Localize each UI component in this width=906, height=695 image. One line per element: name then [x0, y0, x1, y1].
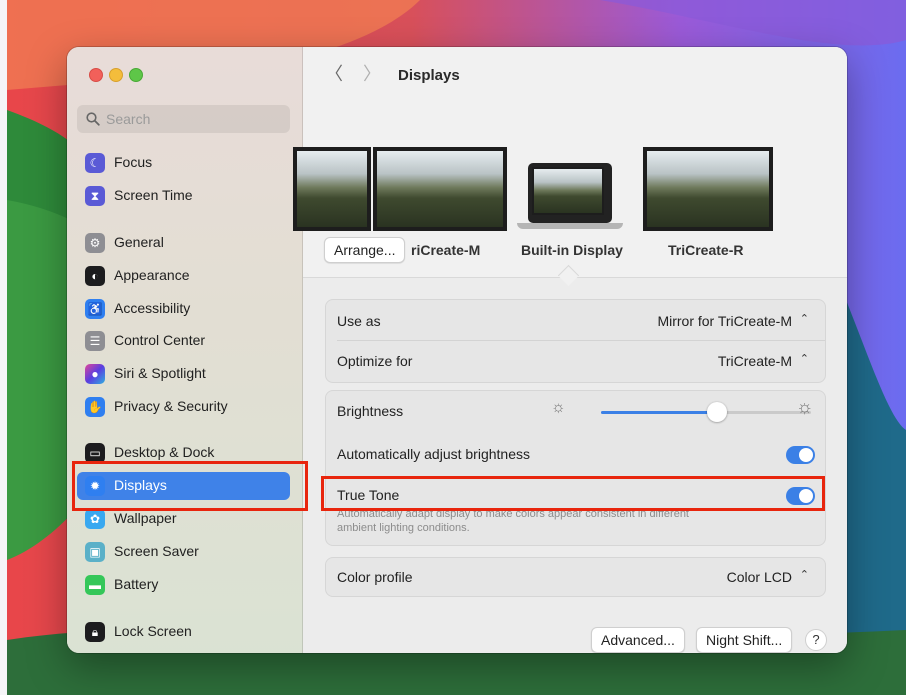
sidebar: Search ☾ Focus ⧗ Screen Time ⚙ General ◐…: [67, 47, 303, 653]
sidebar-item-label: Desktop & Dock: [114, 444, 215, 460]
sun-icon: ✹: [85, 476, 105, 496]
auto-brightness-label: Automatically adjust brightness: [337, 446, 530, 462]
sidebar-item-displays[interactable]: ✹ Displays: [77, 472, 290, 500]
settings-window: Search ☾ Focus ⧗ Screen Time ⚙ General ◐…: [67, 47, 847, 653]
siri-icon: ●: [85, 364, 105, 384]
brightness-label: Brightness: [337, 403, 404, 419]
accessibility-icon: ♿: [85, 299, 105, 319]
tricreate-m-display[interactable]: [373, 147, 507, 231]
main-pane: Arrange... riCreate-M Built-in Display T…: [293, 47, 847, 653]
sidebar-item-label: Siri & Spotlight: [114, 365, 206, 381]
chevron-updown-icon[interactable]: ⌃: [800, 312, 809, 325]
sidebar-item-label: Privacy & Security: [114, 398, 228, 414]
chevron-updown-icon[interactable]: ⌃: [800, 352, 809, 365]
search-icon: [86, 112, 100, 126]
laptop-base: [517, 223, 623, 229]
optimize-for-value[interactable]: TriCreate-M: [718, 353, 792, 369]
brightness-slider[interactable]: [601, 402, 811, 422]
true-tone-label: True Tone: [337, 487, 400, 503]
color-profile-value[interactable]: Color LCD: [727, 569, 792, 585]
search-field[interactable]: Search: [77, 105, 290, 133]
advanced-button[interactable]: Advanced...: [591, 627, 685, 653]
dock-icon: ▭: [85, 443, 105, 463]
color-profile-label: Color profile: [337, 569, 413, 585]
sidebar-item-label: Focus: [114, 154, 153, 170]
sidebar-item-appearance[interactable]: ◐ Appearance: [77, 262, 290, 290]
sidebar-item-general[interactable]: ⚙ General: [77, 229, 290, 257]
use-as-label: Use as: [337, 313, 381, 329]
sidebar-item-battery[interactable]: ▬ Battery: [77, 571, 290, 599]
page-title: Displays: [398, 67, 460, 84]
optimize-for-label: Optimize for: [337, 353, 413, 369]
sidebar-item-screen-saver[interactable]: ▣ Screen Saver: [77, 538, 290, 566]
appearance-icon: ◐: [85, 266, 105, 286]
sidebar-item-label: Accessibility: [114, 300, 191, 316]
sidebar-item-label: Control Center: [114, 332, 206, 348]
sun-low-icon: ☼: [551, 399, 566, 416]
sidebar-item-siri-spotlight[interactable]: ● Siri & Spotlight: [77, 360, 290, 388]
forward-button[interactable]: 〉: [363, 65, 381, 83]
sidebar-item-label: Screen Time: [114, 187, 193, 203]
sidebar-item-privacy-security[interactable]: ✋ Privacy & Security: [77, 393, 290, 421]
search-placeholder: Search: [106, 111, 151, 127]
arrange-button[interactable]: Arrange...: [324, 237, 406, 263]
sidebar-item-wallpaper[interactable]: ✿ Wallpaper: [77, 505, 290, 533]
display-label-built-in[interactable]: Built-in Display: [521, 242, 623, 258]
built-in-display[interactable]: [528, 163, 612, 223]
use-as-value[interactable]: Mirror for TriCreate-M: [657, 313, 792, 329]
sidebar-item-label: Wallpaper: [114, 510, 177, 526]
sidebar-item-focus[interactable]: ☾ Focus: [77, 149, 290, 177]
true-tone-toggle[interactable]: [786, 487, 815, 505]
sidebar-item-lock-screen[interactable]: 🔒︎ Lock Screen: [77, 618, 290, 646]
sidebar-item-desktop-dock[interactable]: ▭ Desktop & Dock: [77, 439, 290, 467]
sidebar-item-screen-time[interactable]: ⧗ Screen Time: [77, 182, 290, 210]
lock-icon: 🔒︎: [85, 622, 105, 642]
tricreate-r-display[interactable]: [643, 147, 773, 231]
color-profile-group: Color profile Color LCD ⌃: [325, 557, 826, 597]
sidebar-item-label: Battery: [114, 576, 159, 592]
true-tone-description: Automatically adapt display to make colo…: [337, 508, 689, 520]
true-tone-description-2: ambient lighting conditions.: [337, 522, 470, 534]
sidebar-item-label: Appearance: [114, 267, 190, 283]
display-arrangement-area: Arrange... riCreate-M Built-in Display T…: [293, 47, 847, 287]
night-shift-button[interactable]: Night Shift...: [696, 627, 793, 653]
sun-high-icon: ☼: [796, 397, 814, 418]
sidebar-item-label: Lock Screen: [114, 623, 192, 639]
brightness-slider-knob[interactable]: [706, 402, 727, 422]
chevron-updown-icon[interactable]: ⌃: [800, 568, 809, 581]
gear-icon: ⚙: [85, 233, 105, 253]
sidebar-item-control-center[interactable]: ☰ Control Center: [77, 327, 290, 355]
help-button[interactable]: ?: [805, 629, 827, 651]
close-button[interactable]: [89, 68, 103, 82]
use-as-group: Use as Mirror for TriCreate-M ⌃ Optimize…: [325, 299, 826, 383]
minimize-button[interactable]: [109, 68, 123, 82]
moon-icon: ☾: [85, 153, 105, 173]
back-button[interactable]: 〈: [325, 65, 343, 83]
auto-brightness-toggle[interactable]: [786, 446, 815, 464]
screensaver-icon: ▣: [85, 542, 105, 562]
brightness-slider-fill: [601, 411, 717, 414]
display-label-tricreate-m[interactable]: riCreate-M: [411, 242, 480, 258]
control-center-icon: ☰: [85, 331, 105, 351]
built-in-screen: [532, 167, 604, 215]
zoom-button[interactable]: [129, 68, 143, 82]
brightness-group: Brightness ☼ ☼ Automatically adjust brig…: [325, 390, 826, 546]
selected-display-pointer: [557, 264, 580, 287]
battery-icon: ▬: [85, 575, 105, 595]
sidebar-item-label: Displays: [114, 477, 167, 493]
sidebar-item-label: Screen Saver: [114, 543, 199, 559]
flower-icon: ✿: [85, 509, 105, 529]
sidebar-item-accessibility[interactable]: ♿ Accessibility: [77, 295, 290, 323]
divider: [337, 340, 825, 341]
sidebar-item-label: General: [114, 234, 164, 250]
hourglass-icon: ⧗: [85, 186, 105, 206]
hand-icon: ✋: [85, 397, 105, 417]
display-label-tricreate-r[interactable]: TriCreate-R: [668, 242, 743, 258]
left-display-partial[interactable]: [293, 147, 371, 231]
